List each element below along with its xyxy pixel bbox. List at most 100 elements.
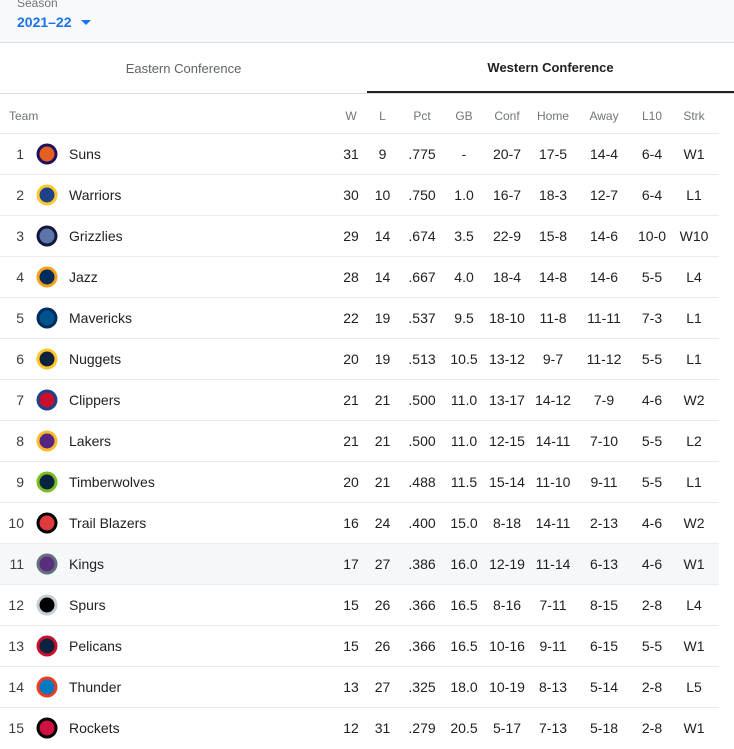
stat-l10: 10-0 xyxy=(638,228,667,244)
stat-l10: 7-3 xyxy=(641,310,663,326)
stat-l: 10 xyxy=(374,187,391,203)
team-logo-cell xyxy=(29,667,67,708)
table-row[interactable]: 9 Timberwolves 20 21 .488 11.5 15-14 11-10 9-11 5… xyxy=(0,461,720,503)
stat-conf: 12-19 xyxy=(489,556,525,572)
team-name[interactable]: Mavericks xyxy=(67,298,334,339)
table-row[interactable]: 10 Trail Blazers 16 24 .400 15.0 8-18 14-11 2-13… xyxy=(0,502,720,544)
stat-strk: W1 xyxy=(683,638,705,654)
team-name[interactable]: Lakers xyxy=(67,421,334,462)
stat-pct: .325 xyxy=(408,679,436,695)
table-row[interactable]: 5 Mavericks 22 19 .537 9.5 18-10 11-8 11-11 7-3 L1 xyxy=(0,297,720,339)
team-logo-cell xyxy=(29,216,67,257)
stat-pct: .366 xyxy=(408,597,436,613)
stat-conf: 10-19 xyxy=(489,679,525,695)
table-row[interactable]: 2 Warriors 30 10 .750 1.0 16-7 18-3 12-7 6-4 L1 xyxy=(0,174,720,216)
column-header-l: L xyxy=(379,109,386,123)
standings-body: 1 Suns 31 9.775-20-7 17-5 14-4 6-4 W1 2 Warriors 3… xyxy=(0,133,720,749)
season-label: Season xyxy=(17,0,58,10)
stat-l10: 5-5 xyxy=(641,269,663,285)
table-row[interactable]: 1 Suns 31 9 .775 - 20-7 17-5 14-4 6-4 W1 xyxy=(0,133,720,175)
table-row[interactable]: 13 Pelicans 15 26 .366 16.5 10-16 9-11 6-15 5-5 W1 xyxy=(0,625,720,667)
stat-w: 29 xyxy=(343,228,359,244)
team-logo-cell xyxy=(29,257,67,298)
stat-l: 24 xyxy=(374,515,391,531)
stat-pct: .513 xyxy=(408,351,436,367)
stat-home: 14-11 xyxy=(535,515,571,531)
team-logo-cell xyxy=(29,708,67,749)
stat-gb: 1.0 xyxy=(454,187,474,203)
team-logo-cell xyxy=(29,585,67,626)
team-name[interactable]: Jazz xyxy=(67,257,334,298)
stat-strk: W1 xyxy=(683,720,705,737)
stat-home: 9-11 xyxy=(539,638,567,654)
stat-w: 28 xyxy=(343,269,359,285)
stat-l: 26 xyxy=(374,597,391,613)
stat-gb: 9.5 xyxy=(454,310,474,326)
kings-logo-icon xyxy=(36,553,58,575)
stat-pct: .500 xyxy=(408,433,436,449)
column-header-l10: L10 xyxy=(642,109,663,123)
table-row[interactable]: 8 Lakers 21 21 .500 11.0 12-15 14-11 7-10 5-5 L2 xyxy=(0,420,720,462)
table-row[interactable]: 6 Nuggets 20 19 .513 10.5 13-12 9-7 11-12 5-5 L1 xyxy=(0,338,720,380)
team-name[interactable]: Warriors xyxy=(67,175,334,216)
team-name[interactable]: Timberwolves xyxy=(67,462,334,503)
tab-western-conference[interactable]: Western Conference xyxy=(367,43,734,93)
stat-conf: 10-16 xyxy=(489,638,525,654)
team-name[interactable]: Thunder xyxy=(67,667,334,708)
table-row[interactable]: 7 Clippers 21 21 .500 11.0 13-17 14-12 7-9 4-6 W2 xyxy=(0,379,720,421)
jazz-logo-icon xyxy=(36,266,58,288)
team-name[interactable]: Spurs xyxy=(67,585,334,626)
rockets-logo-icon xyxy=(36,717,58,739)
stat-w: 30 xyxy=(343,187,359,203)
team-name[interactable]: Kings xyxy=(67,544,334,585)
team-name[interactable]: Trail Blazers xyxy=(67,503,334,544)
stat-gb: 16.0 xyxy=(450,556,478,572)
team-name[interactable]: Rockets xyxy=(67,708,334,749)
team-rank: 9 xyxy=(16,474,24,490)
stat-l10: 2-8 xyxy=(641,679,663,695)
team-name[interactable]: Clippers xyxy=(67,380,334,421)
table-row[interactable]: 15 Rockets 12 31 .279 20.5 5-17 7-13 5-18 2-8 W1 xyxy=(0,707,720,749)
team-rank: 4 xyxy=(16,269,24,285)
season-dropdown[interactable]: 2021–22 xyxy=(17,14,91,30)
stat-conf: 8-18 xyxy=(493,515,522,531)
clippers-logo-icon xyxy=(36,389,58,411)
team-name[interactable]: Pelicans xyxy=(67,626,334,667)
column-header-w: W xyxy=(345,109,357,123)
team-name[interactable]: Grizzlies xyxy=(67,216,334,257)
stat-pct: .366 xyxy=(408,638,436,654)
team-rank: 15 xyxy=(8,720,24,737)
stat-away: 7-10 xyxy=(590,433,619,449)
table-row[interactable]: 14 Thunder 13 27 .325 18.0 10-19 8-13 5-14 2-8 L5 xyxy=(0,666,720,708)
nuggets-logo-icon xyxy=(36,348,58,370)
stat-away: 11-12 xyxy=(586,351,622,367)
team-name[interactable]: Nuggets xyxy=(67,339,334,380)
stat-l: 21 xyxy=(374,474,391,490)
table-row[interactable]: 11 Kings 17 27 .386 16.0 12-19 11-14 6-13 4-6 W1 xyxy=(0,543,720,585)
stat-away: 14-6 xyxy=(590,269,619,285)
team-logo-cell xyxy=(29,298,67,339)
column-header-pct: Pct xyxy=(413,109,431,123)
stat-l10: 2-8 xyxy=(641,720,663,737)
season-value: 2021–22 xyxy=(17,14,72,30)
stat-conf: 18-10 xyxy=(489,310,525,326)
stat-gb: 18.0 xyxy=(450,679,478,695)
column-header-strk: Strk xyxy=(683,109,705,123)
stat-strk: W2 xyxy=(683,392,705,408)
stat-strk: W10 xyxy=(679,228,709,244)
stat-conf: 16-7 xyxy=(493,187,522,203)
tab-eastern-conference[interactable]: Eastern Conference xyxy=(0,43,367,93)
team-name[interactable]: Suns xyxy=(67,134,334,175)
table-row[interactable]: 12 Spurs 15 26 .366 16.5 8-16 7-11 8-15 2-8 L4 xyxy=(0,584,720,626)
pelicans-logo-icon xyxy=(36,635,58,657)
table-row[interactable]: 3 Grizzlies 29 14 .674 3.5 22-9 15-8 14-6 10-0 W10 xyxy=(0,215,720,257)
stat-l10: 5-5 xyxy=(641,474,663,490)
table-row[interactable]: 4 Jazz 28 14 .667 4.0 18-4 14-8 14-6 5-5 L4 xyxy=(0,256,720,298)
stat-l: 14 xyxy=(374,269,391,285)
stat-l: 19 xyxy=(374,310,391,326)
stat-strk: L5 xyxy=(686,679,702,695)
stat-pct: .400 xyxy=(408,515,436,531)
stat-w: 20 xyxy=(343,474,359,490)
team-rank: 8 xyxy=(16,433,24,449)
team-logo-cell xyxy=(29,421,67,462)
